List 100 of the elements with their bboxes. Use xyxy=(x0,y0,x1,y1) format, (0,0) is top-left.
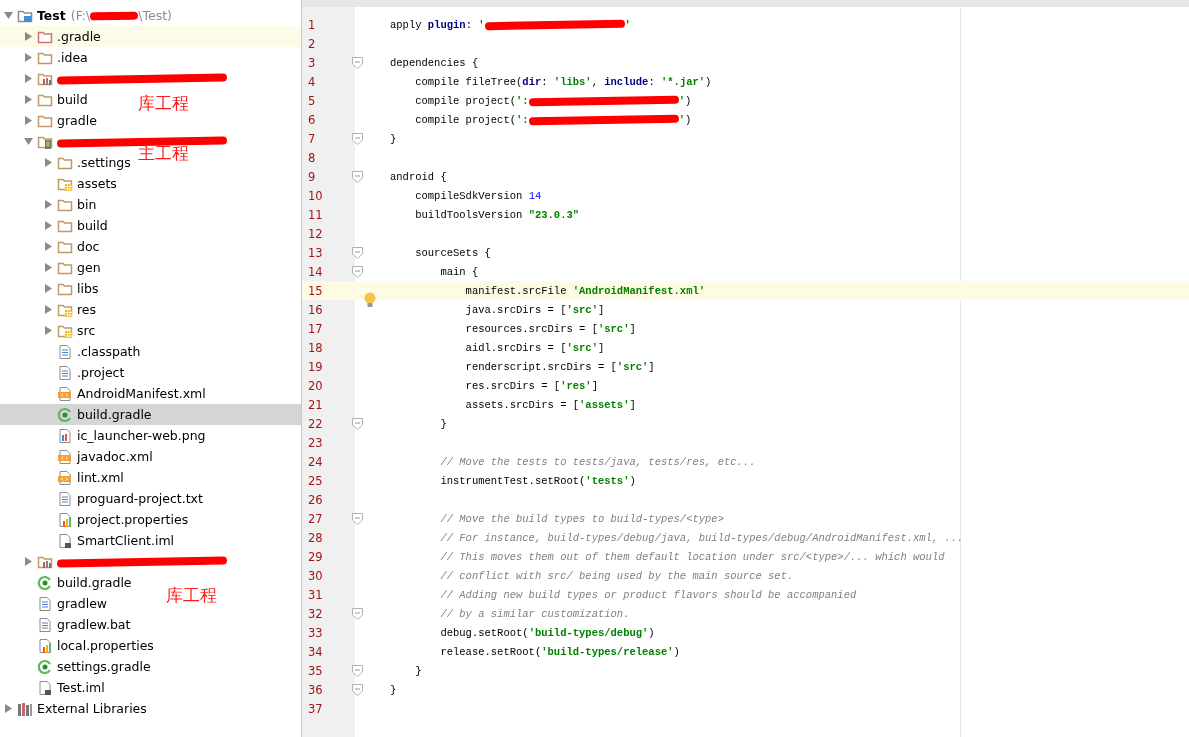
tree-item[interactable]: AndroidManifest.xml xyxy=(0,383,206,404)
code-line: main { xyxy=(439,265,479,278)
fold-marker-icon[interactable] xyxy=(352,683,363,696)
line-number: 27 xyxy=(307,511,324,526)
line-number: 20 xyxy=(307,378,324,393)
properties-file-icon xyxy=(57,511,73,528)
tree-item[interactable]: bin xyxy=(0,194,97,215)
tree-item[interactable]: gradlew xyxy=(0,593,108,614)
collapsed-arrow-icon[interactable] xyxy=(24,53,33,62)
collapsed-arrow-icon[interactable] xyxy=(44,305,53,314)
line-number: 8 xyxy=(307,150,317,165)
line-number: 24 xyxy=(307,454,324,469)
code-line: } xyxy=(390,683,397,696)
fold-marker-icon[interactable] xyxy=(352,246,363,259)
line-number: 6 xyxy=(307,112,317,127)
tree-item[interactable]: gradlew.bat xyxy=(0,614,131,635)
tree-item[interactable]: doc xyxy=(0,236,100,257)
code-line: compileSdkVersion 14 xyxy=(414,189,542,202)
tree-item[interactable]: .project xyxy=(0,362,125,383)
tree-item[interactable]: project.properties xyxy=(0,509,189,530)
code-line: android { xyxy=(390,170,447,183)
tree-item[interactable]: .settings xyxy=(0,152,131,173)
lightbulb-icon[interactable] xyxy=(364,291,376,308)
tree-item[interactable]: ic_launcher-web.png xyxy=(0,425,206,446)
fold-marker-icon[interactable] xyxy=(352,607,363,620)
tree-item[interactable]: settings.gradle xyxy=(0,656,151,677)
collapsed-arrow-icon[interactable] xyxy=(24,95,33,104)
line-number: 34 xyxy=(307,644,324,659)
tree-item[interactable]: build xyxy=(0,215,108,236)
code-line: // by a similar customization. xyxy=(439,607,630,620)
collapsed-arrow-icon[interactable] xyxy=(44,326,53,335)
line-number: 9 xyxy=(307,169,317,184)
code-line: instrumentTest.setRoot('tests') xyxy=(439,474,636,487)
code-line: compile project(': ') xyxy=(414,94,692,107)
tree-item[interactable]: build xyxy=(0,89,88,110)
code-line: dependencies { xyxy=(390,56,479,69)
collapsed-arrow-icon[interactable] xyxy=(4,704,13,713)
collapsed-arrow-icon[interactable] xyxy=(44,200,53,209)
tree-item[interactable]: .classpath xyxy=(0,341,141,362)
tree-item[interactable]: SmartClient.iml xyxy=(0,530,175,551)
code-line: // Move the build types to build-types/<type> xyxy=(439,512,724,525)
expanded-arrow-icon[interactable] xyxy=(24,137,33,146)
collapsed-arrow-icon[interactable] xyxy=(44,158,53,167)
properties-file-icon xyxy=(37,637,53,654)
tree-item[interactable]: local.properties xyxy=(0,635,154,656)
line-number: 33 xyxy=(307,625,324,640)
fold-marker-icon[interactable] xyxy=(352,56,363,69)
collapsed-arrow-icon[interactable] xyxy=(24,74,33,83)
line-number: 3 xyxy=(307,55,317,70)
collapsed-arrow-icon[interactable] xyxy=(44,221,53,230)
fold-marker-icon[interactable] xyxy=(352,512,363,525)
collapsed-arrow-icon[interactable] xyxy=(24,557,33,566)
tree-item[interactable]: .gradle xyxy=(0,26,301,47)
code-line: } xyxy=(390,132,397,145)
text-file-icon xyxy=(57,343,73,360)
line-number: 13 xyxy=(307,245,324,260)
iml-file-icon xyxy=(57,532,73,549)
fold-marker-icon[interactable] xyxy=(352,417,363,430)
tree-item[interactable]: gen xyxy=(0,257,101,278)
line-number: 5 xyxy=(307,93,317,108)
tree-item[interactable]: gradle xyxy=(0,110,97,131)
line-number: 14 xyxy=(307,264,324,279)
line-number: 25 xyxy=(307,473,324,488)
tree-item[interactable]: res xyxy=(0,299,97,320)
code-line: aidl.srcDirs = ['src'] xyxy=(464,341,605,354)
libraries-icon xyxy=(17,700,33,717)
fold-marker-icon[interactable] xyxy=(352,170,363,183)
line-number: 32 xyxy=(307,606,324,621)
tree-item[interactable]: proguard-project.txt xyxy=(0,488,203,509)
tree-item[interactable]: .idea xyxy=(0,47,88,68)
tree-item[interactable]: build.gradle xyxy=(0,404,301,425)
code-line: java.srcDirs = ['src'] xyxy=(464,303,605,316)
tree-item[interactable]: lint.xml xyxy=(0,467,124,488)
tree-item[interactable]: libs xyxy=(0,278,99,299)
code-line: sourceSets { xyxy=(414,246,491,259)
code-line: // Adding new build types or product flavors should be accompanied xyxy=(439,588,857,601)
handwritten-note: 主工程 xyxy=(138,142,189,165)
tree-item[interactable]: Test (F:\ \Test) xyxy=(0,5,172,26)
text-file-icon xyxy=(37,595,53,612)
tree-item[interactable]: Test.iml xyxy=(0,677,105,698)
collapsed-arrow-icon[interactable] xyxy=(44,263,53,272)
collapsed-arrow-icon[interactable] xyxy=(24,116,33,125)
line-number: 37 xyxy=(307,701,324,716)
code-line: compile fileTree(dir: 'libs', include: '*.jar') xyxy=(414,75,712,88)
tree-item[interactable]: build.gradle xyxy=(0,572,132,593)
collapsed-arrow-icon[interactable] xyxy=(24,32,33,41)
collapsed-arrow-icon[interactable] xyxy=(44,242,53,251)
expanded-arrow-icon[interactable] xyxy=(4,11,13,20)
tree-item[interactable]: src xyxy=(0,320,96,341)
fold-marker-icon[interactable] xyxy=(352,132,363,145)
handwritten-note: 库工程 xyxy=(166,584,217,607)
collapsed-arrow-icon[interactable] xyxy=(44,284,53,293)
line-number: 28 xyxy=(307,530,324,545)
fold-marker-icon[interactable] xyxy=(352,664,363,677)
line-number: 17 xyxy=(307,321,324,336)
tree-item[interactable]: assets xyxy=(0,173,117,194)
fold-marker-icon[interactable] xyxy=(352,265,363,278)
tree-item[interactable]: javadoc.xml xyxy=(0,446,153,467)
code-line: compile project(': ') xyxy=(414,113,692,126)
tree-item[interactable]: External Libraries xyxy=(0,698,147,719)
